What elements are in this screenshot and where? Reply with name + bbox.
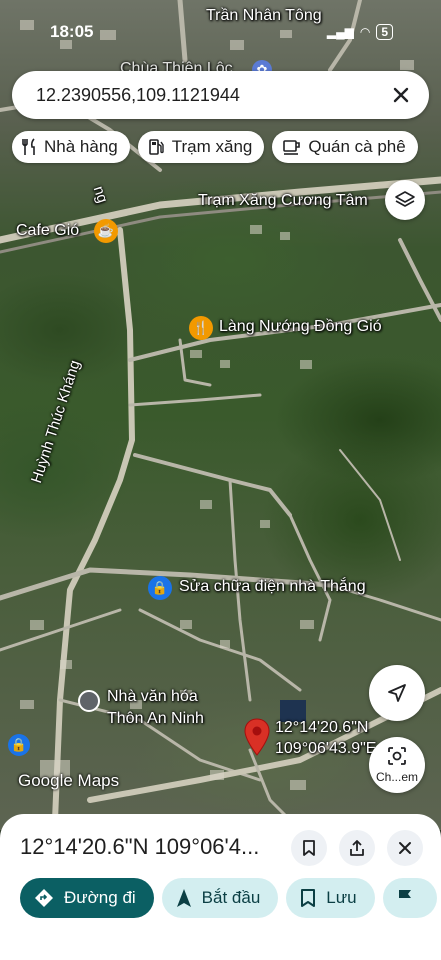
gas-station-icon [148, 139, 164, 155]
action-buttons: Đường đi Bắt đầu Lưu [20, 878, 437, 918]
road-label-tran-nhan-tong: Trần Nhân Tông [206, 7, 322, 24]
cafe-poi-icon[interactable]: ☕ [94, 219, 118, 243]
flag-icon [398, 890, 411, 907]
repair-shop-label[interactable]: Sửa chữa điện nhà Thắng [179, 578, 366, 596]
gas-station-label[interactable]: Trạm Xăng Cương Tâm [198, 192, 368, 210]
chip-restaurants[interactable]: Nhà hàng [12, 131, 130, 163]
dropped-pin-icon[interactable] [244, 718, 270, 756]
category-chips: Nhà hàng Trạm xăng Quán cà phê [12, 131, 418, 163]
lens-button[interactable]: Ch...em [369, 737, 425, 793]
status-icons: ▂▄▆ ◠ 5 [327, 24, 393, 40]
layers-icon [395, 191, 415, 207]
pin-longitude-label: 109°06'43.9"E [275, 740, 377, 757]
camera-lens-icon [388, 747, 406, 765]
battery-icon: 5 [376, 24, 393, 40]
layers-button[interactable] [385, 180, 425, 220]
share-button[interactable] [339, 830, 375, 866]
save-list-button[interactable] [291, 830, 327, 866]
bookmark-icon [301, 889, 316, 907]
close-icon[interactable] [387, 81, 415, 109]
left-edge-poi-icon[interactable]: 🔒 [8, 734, 30, 756]
place-title: 12°14'20.6"N 109°06'4... [20, 834, 260, 859]
share-icon [350, 840, 364, 856]
coffee-icon [283, 140, 301, 155]
restaurant-icon [22, 138, 35, 155]
save-label: Lưu [326, 888, 357, 907]
close-sheet-button[interactable] [387, 830, 423, 866]
bookmark-icon [303, 840, 315, 856]
repair-shop-poi-icon[interactable]: 🔒 [148, 576, 172, 600]
label-button[interactable] [382, 878, 437, 918]
restaurant-label[interactable]: Làng Nướng Đồng Gió [219, 318, 382, 336]
navigation-arrow-icon [388, 684, 406, 702]
culture-house-label-line2[interactable]: Thôn An Ninh [107, 710, 204, 728]
search-bar[interactable]: 12.2390556,109.1121944 [12, 71, 429, 119]
status-time: 18:05 [50, 22, 94, 41]
save-button[interactable]: Lưu [286, 878, 375, 918]
google-maps-watermark: Google Maps [18, 771, 120, 790]
my-location-button[interactable] [369, 665, 425, 721]
chip-label: Quán cà phê [308, 137, 406, 156]
wifi-icon: ◠ [359, 25, 371, 39]
pin-latitude-label: 12°14'20.6"N [275, 719, 369, 736]
culture-house-poi-icon[interactable] [78, 690, 100, 712]
culture-house-label-line1[interactable]: Nhà văn hóa [107, 688, 198, 706]
close-icon [399, 842, 411, 854]
lens-label: Ch...em [375, 770, 418, 784]
restaurant-poi-icon[interactable]: 🍴 [189, 316, 213, 340]
chip-coffee[interactable]: Quán cà phê [272, 131, 418, 163]
chip-label: Nhà hàng [44, 137, 118, 156]
navigation-arrow-icon [176, 889, 191, 907]
directions-button[interactable]: Đường đi [20, 878, 154, 918]
start-label: Bắt đầu [201, 888, 261, 907]
cafe-label[interactable]: Cafe Gió [16, 222, 79, 240]
place-bottom-sheet[interactable]: 12°14'20.6"N 109°06'4... Đường đi Bắt đầ… [0, 814, 441, 960]
search-input[interactable]: 12.2390556,109.1121944 [36, 85, 240, 106]
directions-label: Đường đi [64, 888, 136, 907]
directions-icon [35, 889, 53, 907]
chip-label: Trạm xăng [171, 137, 253, 156]
chip-gas-stations[interactable]: Trạm xăng [137, 131, 265, 163]
signal-icon: ▂▄▆ [326, 25, 354, 39]
start-button[interactable]: Bắt đầu [161, 878, 279, 918]
